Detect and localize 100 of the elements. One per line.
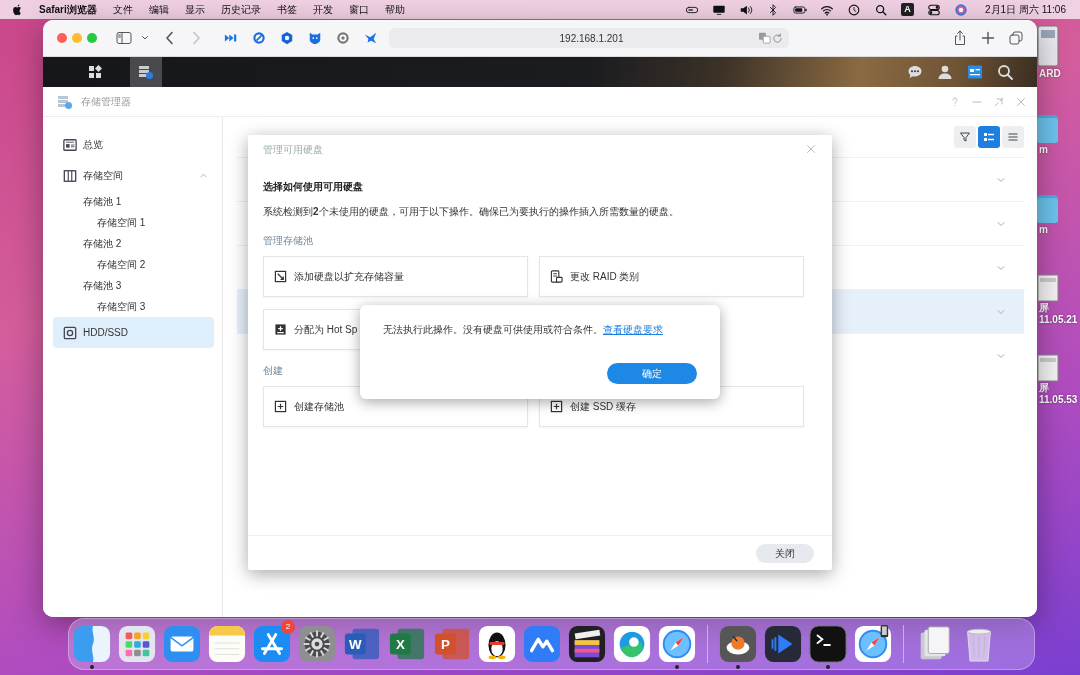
- plus-box-icon: [274, 400, 287, 413]
- penguin-icon[interactable]: [478, 625, 516, 663]
- orb-icon[interactable]: [954, 2, 969, 17]
- clock-text[interactable]: 2月1日 周六 11:06: [985, 2, 1066, 17]
- sidebar-item[interactable]: HDD/SSD: [53, 317, 214, 348]
- view-button[interactable]: [954, 126, 976, 148]
- menu-item[interactable]: 编辑: [148, 2, 169, 17]
- storage-app-icon: [57, 93, 73, 110]
- split-square-icon[interactable]: [73, 625, 111, 663]
- menu-item[interactable]: 帮助: [384, 2, 405, 17]
- alert-message: 无法执行此操作。没有硬盘可供使用或符合条件。查看硬盘要求: [383, 323, 664, 337]
- sidebar-item[interactable]: 存储空间 1: [53, 212, 214, 233]
- card-view-icon: [983, 131, 995, 143]
- folder-icon[interactable]: [1037, 112, 1059, 144]
- shield-icon[interactable]: [308, 31, 322, 45]
- file-label[interactable]: m: [1037, 224, 1080, 236]
- expand-icon: [274, 270, 287, 283]
- tabs-icon[interactable]: [1009, 31, 1023, 45]
- menu-item[interactable]: 开发: [312, 2, 333, 17]
- menu-item[interactable]: 书签: [276, 2, 297, 17]
- gear-icon[interactable]: [298, 625, 336, 663]
- sidebar-item[interactable]: 总览: [53, 129, 214, 160]
- menu-item[interactable]: 文件: [112, 2, 133, 17]
- search-icon[interactable]: [997, 64, 1013, 80]
- description-text: 系统检测到2个未使用的硬盘，可用于以下操作。确保已为要执行的操作插入所需数量的硬盘。: [263, 205, 680, 219]
- filter-icon: [959, 131, 971, 143]
- section-title: 管理存储池: [263, 234, 313, 248]
- circle-slash-icon[interactable]: [252, 31, 266, 45]
- sidebar-icon[interactable]: [116, 31, 132, 45]
- dashboard-icon: [63, 137, 77, 152]
- storage-app-icon: [138, 64, 154, 80]
- view-button[interactable]: [1002, 126, 1024, 148]
- apple-icon[interactable]: [12, 3, 23, 16]
- widget-icon[interactable]: [967, 64, 983, 80]
- menu-item[interactable]: 窗口: [348, 2, 369, 17]
- app-menu[interactable]: Safari浏览器: [39, 2, 97, 17]
- grid-icon: [88, 65, 102, 79]
- swirl-icon[interactable]: [613, 625, 651, 663]
- taskbar-app[interactable]: [130, 57, 162, 87]
- envelope-icon[interactable]: [163, 625, 201, 663]
- window-title: 存储管理器: [81, 95, 131, 109]
- list-view-icon: [1007, 131, 1019, 143]
- address-field[interactable]: 192.168.1.201: [389, 28, 789, 48]
- compass-icon[interactable]: [854, 625, 892, 663]
- screenshot-icon[interactable]: [1037, 352, 1059, 382]
- share-icon[interactable]: [953, 30, 967, 46]
- sidebar-item[interactable]: 存储空间 3: [53, 296, 214, 317]
- file-label[interactable]: ARD: [1037, 68, 1080, 80]
- folder-icon[interactable]: [1037, 192, 1059, 224]
- sidebar-item[interactable]: 存储池 2: [53, 233, 214, 254]
- crossed-sticks-icon[interactable]: [253, 625, 291, 663]
- confirm-button[interactable]: 确定: [607, 363, 697, 384]
- file-label[interactable]: 屏: [1037, 382, 1080, 394]
- screenshot-icon[interactable]: [1037, 272, 1059, 302]
- sidebar-item[interactable]: 存储池 3: [53, 275, 214, 296]
- add-disk-icon: [274, 323, 287, 336]
- person-icon[interactable]: [937, 64, 953, 80]
- close-window-button[interactable]: [57, 33, 67, 43]
- action-card[interactable]: 更改 RAID 类别: [539, 256, 804, 297]
- close-button[interactable]: 关闭: [756, 543, 814, 563]
- file-label[interactable]: 11.05.21: [1037, 314, 1080, 326]
- thumbnail-icon[interactable]: [1037, 22, 1059, 68]
- switches-icon[interactable]: [927, 2, 942, 17]
- sidebar-item[interactable]: 存储空间: [53, 160, 214, 191]
- file-label[interactable]: 11.05.53: [1037, 394, 1080, 406]
- plus-box-icon: [550, 400, 563, 413]
- dialog-title: 管理可用硬盘: [263, 142, 323, 157]
- hexagon-icon[interactable]: [280, 31, 294, 45]
- input-source-icon[interactable]: A: [901, 3, 915, 16]
- translate-icon[interactable]: [758, 32, 772, 44]
- bird-icon[interactable]: [364, 31, 378, 45]
- dialog-heading: 选择如何使用可用硬盘: [263, 180, 364, 194]
- action-card[interactable]: 添加硬盘以扩充存储容量: [263, 256, 528, 297]
- notification-badge: 2: [281, 620, 295, 634]
- clock-icon[interactable]: [847, 2, 862, 17]
- sidebar-item[interactable]: 存储池 1: [53, 191, 214, 212]
- wave-icon[interactable]: [523, 625, 561, 663]
- chevron-down-icon[interactable]: [141, 34, 149, 42]
- columns-icon: [63, 168, 77, 183]
- sidebar-item[interactable]: 存储空间 2: [53, 254, 214, 275]
- terminal-icon[interactable]: [809, 625, 847, 663]
- search-icon[interactable]: [874, 2, 889, 17]
- play-icon[interactable]: [764, 625, 802, 663]
- back-icon[interactable]: [165, 31, 175, 45]
- reload-icon[interactable]: [772, 32, 783, 44]
- menu-item[interactable]: 历史记录: [220, 2, 261, 17]
- app-grid-icon[interactable]: [118, 625, 156, 663]
- requirements-link[interactable]: 查看硬盘要求: [603, 324, 663, 335]
- disk-stack-icon: [550, 270, 563, 283]
- new-tab-icon[interactable]: [981, 31, 995, 45]
- chat-icon[interactable]: [907, 64, 923, 80]
- bowl-icon[interactable]: [719, 625, 757, 663]
- menu-item[interactable]: 显示: [184, 2, 205, 17]
- section-title: 创建: [263, 364, 283, 378]
- clapperboard-icon[interactable]: [568, 625, 606, 663]
- notepad-icon[interactable]: [208, 625, 246, 663]
- view-button[interactable]: [978, 126, 1000, 148]
- file-label[interactable]: m: [1037, 144, 1080, 156]
- file-label[interactable]: 屏: [1037, 302, 1080, 314]
- target-icon[interactable]: [336, 31, 350, 45]
